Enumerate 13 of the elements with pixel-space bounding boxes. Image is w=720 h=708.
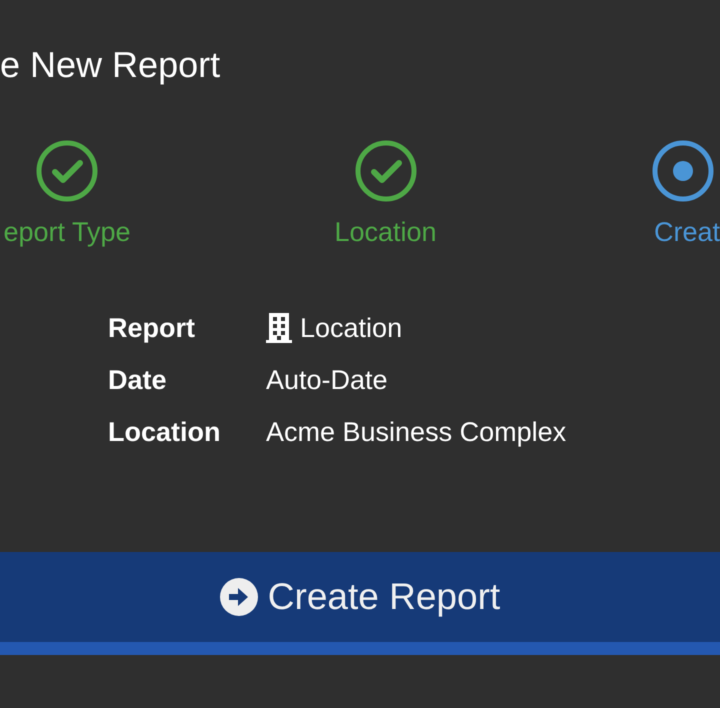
- step-label: Location: [334, 216, 437, 248]
- step-label: Creat: [654, 216, 720, 248]
- summary-value: Location: [300, 312, 402, 344]
- summary-value: Auto-Date: [266, 364, 388, 396]
- create-report-button[interactable]: Create Report: [0, 552, 720, 655]
- summary-label: Location: [108, 416, 222, 448]
- step-label: eport Type: [3, 216, 131, 248]
- arrow-circle-icon: [220, 578, 258, 616]
- summary-label: Date: [108, 364, 168, 396]
- page-title: e New Report: [0, 44, 222, 86]
- building-icon: [266, 313, 292, 343]
- summary-value: Acme Business Complex: [266, 416, 566, 448]
- summary-label: Report: [108, 312, 196, 344]
